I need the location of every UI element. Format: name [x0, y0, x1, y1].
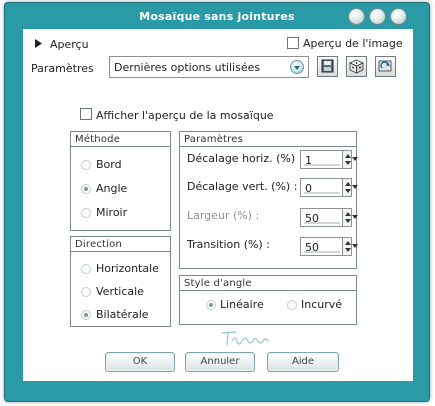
direction-option-bilaterale: Bilatérale: [96, 308, 149, 321]
method-radio-angle[interactable]: [81, 184, 91, 194]
corner-radio-lineaire[interactable]: [206, 300, 216, 310]
corner-radio-incurve[interactable]: [287, 300, 297, 310]
horizontal-offset-label: Décalage horiz. (%) :: [187, 152, 303, 165]
corner-style-group: Style d'angle Linéaire Incurvé: [179, 275, 357, 325]
help-button[interactable]: Aide: [267, 352, 339, 372]
direction-radio-horizontale[interactable]: [81, 264, 91, 274]
parameters-group-title: Paramètres: [184, 134, 244, 145]
method-group: Méthode Bord Angle Miroir: [70, 131, 171, 231]
direction-radio-bilaterale[interactable]: [81, 310, 91, 320]
save-preset-button[interactable]: [317, 56, 338, 77]
corner-option-lineaire: Linéaire: [220, 298, 264, 311]
preview-toggle-label[interactable]: Aperçu: [50, 38, 89, 51]
direction-option-horizontale: Horizontale: [96, 262, 159, 275]
direction-radio-verticale[interactable]: [81, 287, 91, 297]
cancel-button[interactable]: Annuler: [185, 352, 255, 372]
horizontal-offset-spinner[interactable]: 1: [300, 150, 358, 169]
window-title: Mosaïque sans jointures: [139, 10, 295, 23]
method-group-title: Méthode: [75, 134, 121, 145]
triangle-right-icon[interactable]: [35, 39, 42, 48]
image-preview-label: Aperçu de l'image: [303, 37, 403, 50]
dialog-window: Mosaïque sans jointures Aperçu Aperçu de…: [4, 2, 430, 402]
parameters-group: Paramètres Décalage horiz. (%) : 1 Décal…: [179, 131, 358, 269]
corner-option-incurve: Incurvé: [301, 298, 343, 311]
direction-option-verticale: Verticale: [96, 285, 144, 298]
width-label: Largeur (%) :: [187, 209, 260, 222]
signature-watermark: [221, 331, 269, 346]
chevron-down-icon[interactable]: [290, 60, 304, 74]
method-radio-bord[interactable]: [81, 160, 91, 170]
vertical-offset-label: Décalage vert. (%) :: [187, 180, 298, 193]
direction-group-title: Direction: [75, 239, 122, 250]
maximize-button[interactable]: [369, 8, 386, 25]
transition-label: Transition (%) :: [187, 238, 270, 251]
dialog-client-area: Aperçu Aperçu de l'image Paramètres Dern…: [23, 29, 413, 381]
width-spinner[interactable]: 50: [300, 208, 358, 227]
preset-value: Dernières options utilisées: [114, 61, 261, 74]
method-option-bord: Bord: [96, 158, 122, 171]
direction-group: Direction Horizontale Verticale Bilatéra…: [70, 236, 171, 327]
save-icon: [321, 59, 334, 73]
mosaic-preview-checkbox[interactable]: [80, 108, 92, 120]
minimize-button[interactable]: [348, 8, 365, 25]
reset-icon: [378, 60, 392, 72]
dice-icon: [349, 59, 364, 74]
method-option-miroir: Miroir: [96, 206, 128, 219]
vertical-offset-spinner[interactable]: 0: [300, 178, 358, 197]
reset-button[interactable]: [375, 56, 396, 77]
method-option-angle: Angle: [96, 182, 128, 195]
ok-button[interactable]: OK: [105, 352, 175, 372]
image-preview-checkbox[interactable]: [287, 37, 299, 49]
params-label: Paramètres: [31, 62, 94, 75]
close-button[interactable]: [390, 8, 407, 25]
method-radio-miroir[interactable]: [81, 208, 91, 218]
corner-style-title: Style d'angle: [184, 278, 252, 289]
title-bar[interactable]: Mosaïque sans jointures: [5, 3, 429, 31]
transition-spinner[interactable]: 50: [300, 237, 358, 256]
random-button[interactable]: [346, 56, 367, 77]
mosaic-preview-label: Afficher l'aperçu de la mosaïque: [96, 109, 274, 122]
preset-select[interactable]: Dernières options utilisées: [109, 56, 309, 78]
